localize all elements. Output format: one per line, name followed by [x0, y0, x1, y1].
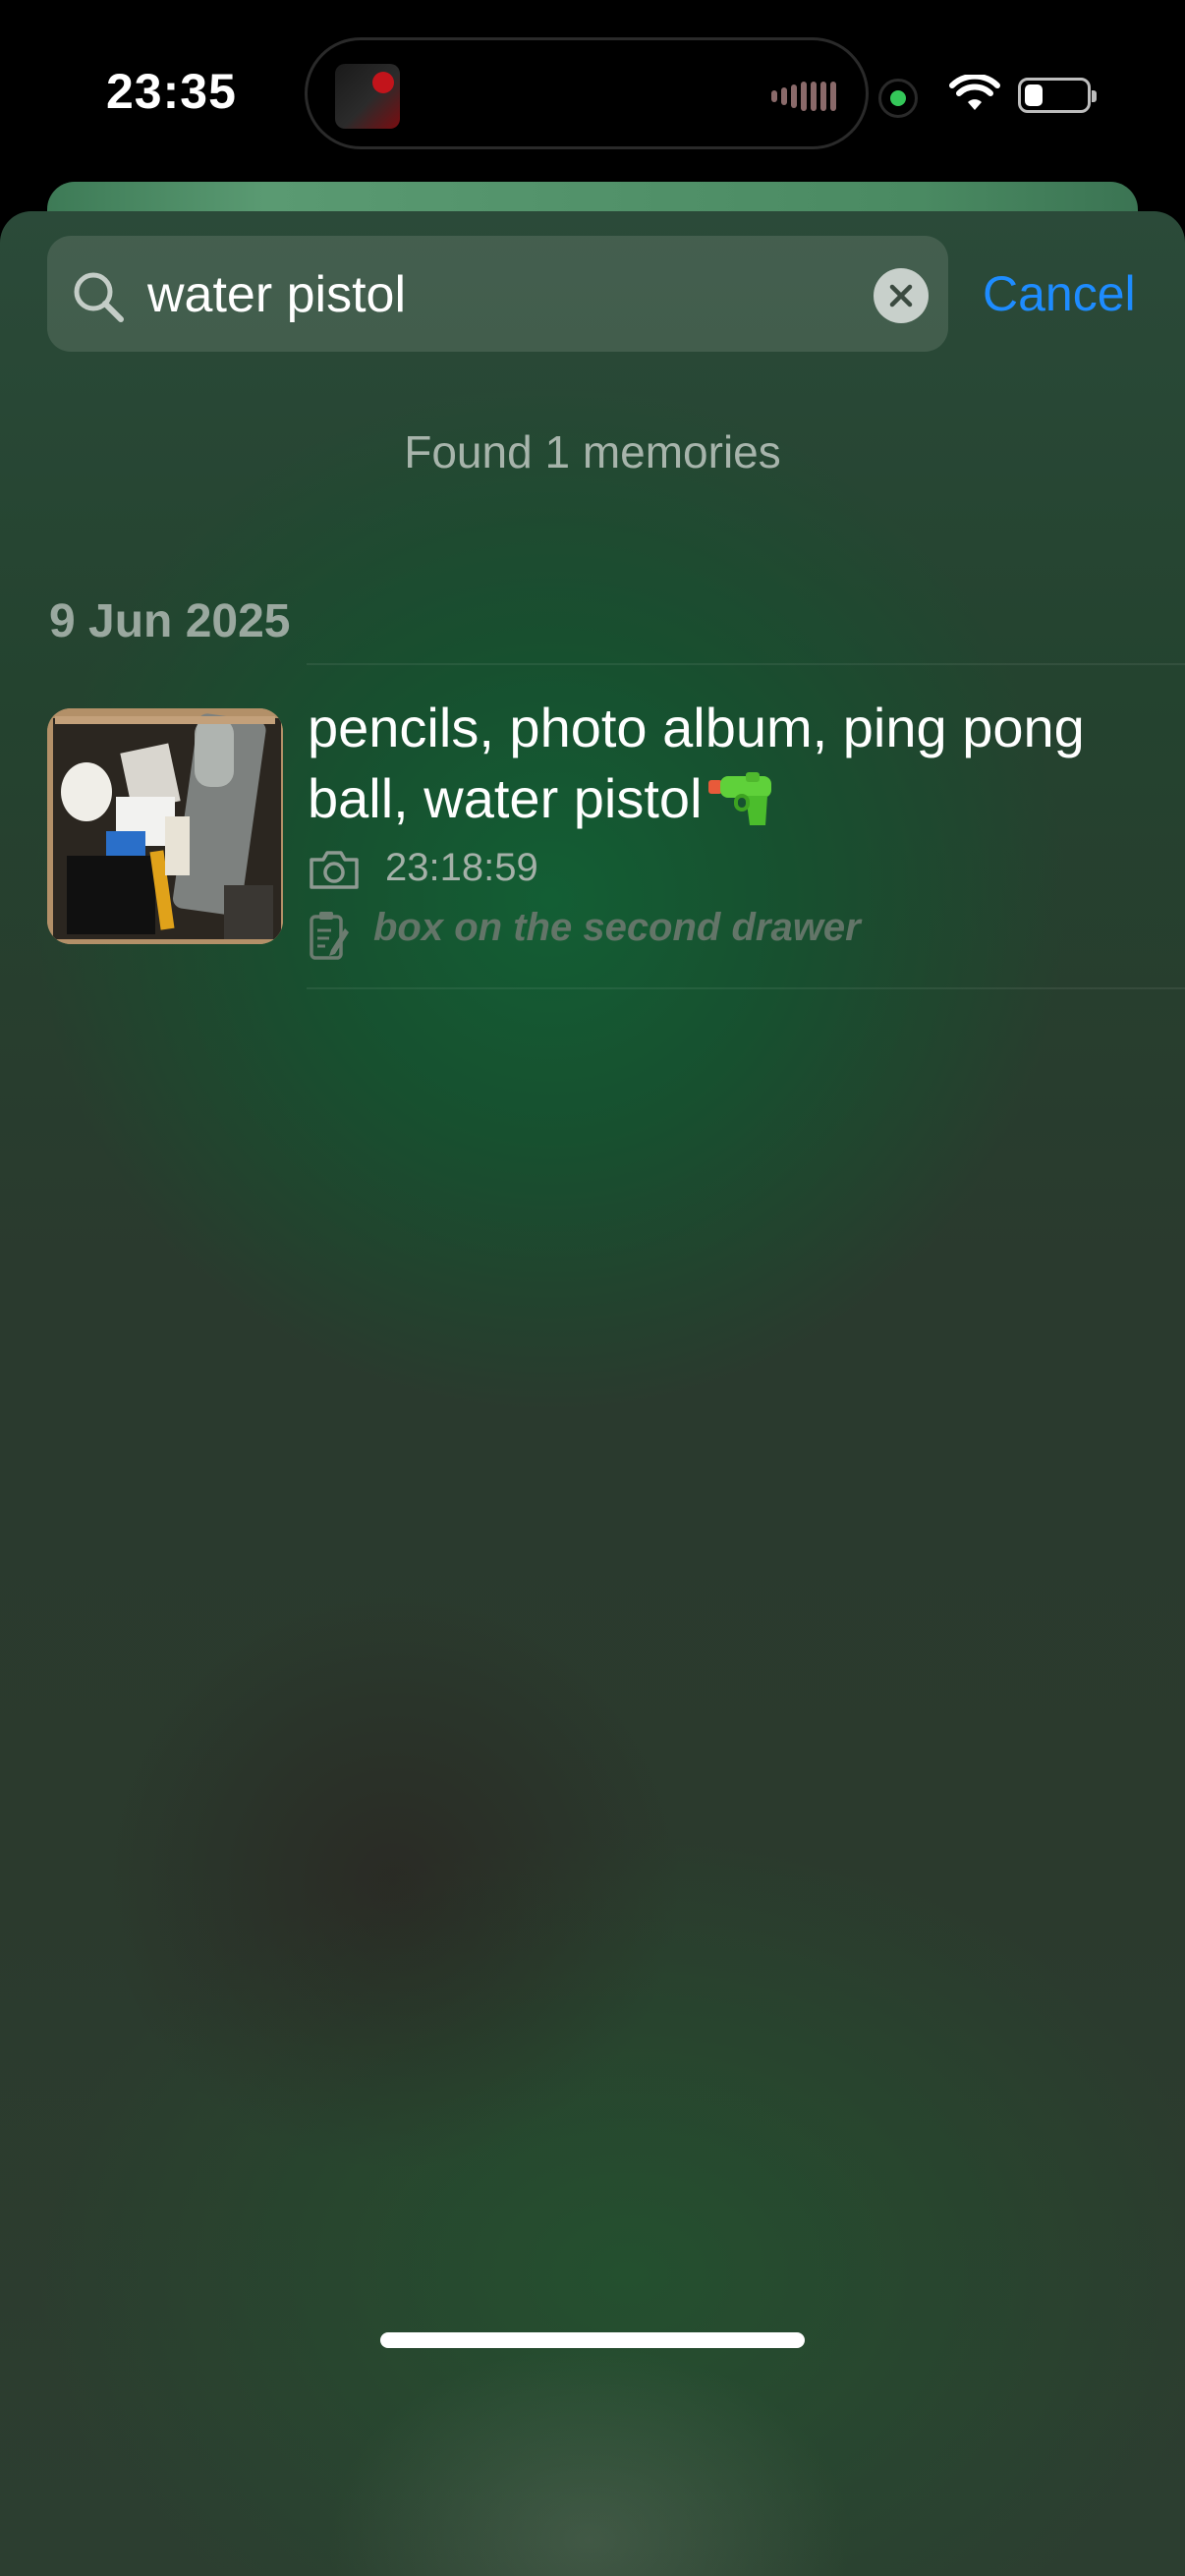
search-query-text: water pistol: [147, 266, 406, 323]
status-time: 23:35: [106, 64, 237, 119]
status-bar: 23:35: [0, 0, 1185, 187]
search-sheet: water pistol Cancel Found 1 memories 9 J…: [0, 211, 1185, 2576]
row-separator: [307, 663, 1185, 665]
recording-indicator-icon: [878, 79, 918, 118]
row-separator: [307, 987, 1185, 989]
drawer-photo: [47, 708, 283, 944]
close-icon: [889, 284, 913, 308]
cancel-button[interactable]: Cancel: [983, 264, 1136, 323]
memory-time: 23:18:59: [385, 846, 538, 889]
dynamic-island[interactable]: [305, 37, 869, 149]
audio-waveform-icon: [771, 82, 836, 111]
camera-icon: [310, 851, 359, 889]
memory-note: box on the second drawer: [373, 906, 861, 949]
now-playing-artwork: [335, 64, 400, 129]
memory-title: pencils, photo album, ping pong ball, wa…: [308, 693, 1172, 834]
home-indicator[interactable]: [380, 2332, 805, 2348]
note-icon: [310, 912, 349, 960]
wifi-icon: [949, 75, 1000, 110]
water-pistol-emoji: [707, 772, 771, 825]
memory-title-text: pencils, photo album, ping pong ball, wa…: [308, 697, 1085, 829]
section-date-header: 9 Jun 2025: [49, 595, 291, 647]
clear-search-button[interactable]: [874, 268, 929, 323]
search-input[interactable]: water pistol: [47, 236, 948, 352]
memory-thumbnail[interactable]: [47, 708, 283, 944]
results-count: Found 1 memories: [404, 426, 781, 477]
search-icon: [74, 272, 124, 322]
battery-icon: [1018, 78, 1097, 113]
